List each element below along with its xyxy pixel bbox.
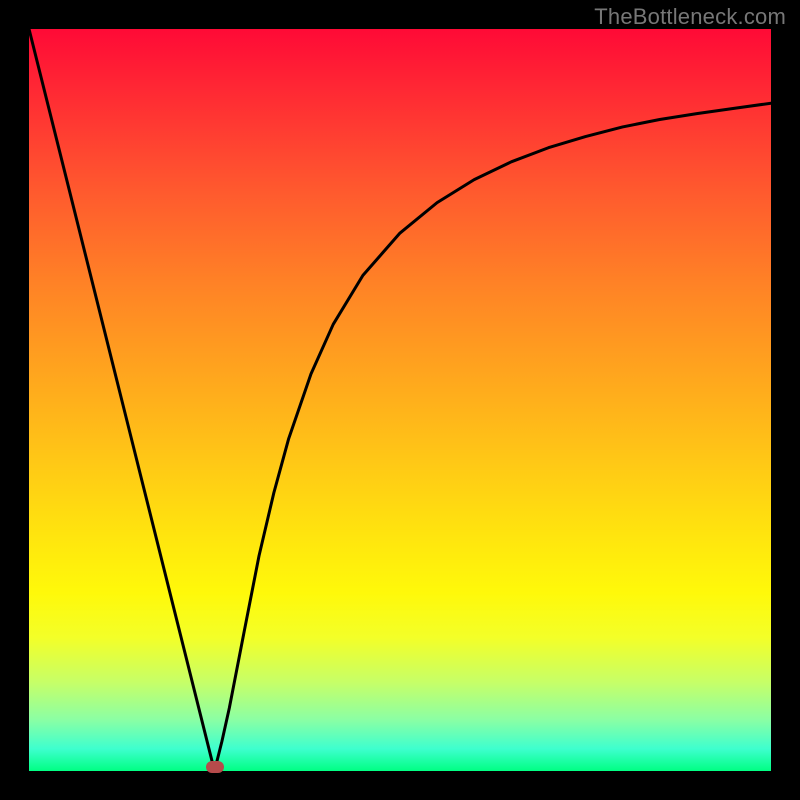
watermark-text: TheBottleneck.com [594,4,786,30]
plot-area [29,29,771,771]
chart-frame: TheBottleneck.com [0,0,800,800]
bottleneck-curve [29,29,771,771]
minimum-marker [206,761,224,773]
